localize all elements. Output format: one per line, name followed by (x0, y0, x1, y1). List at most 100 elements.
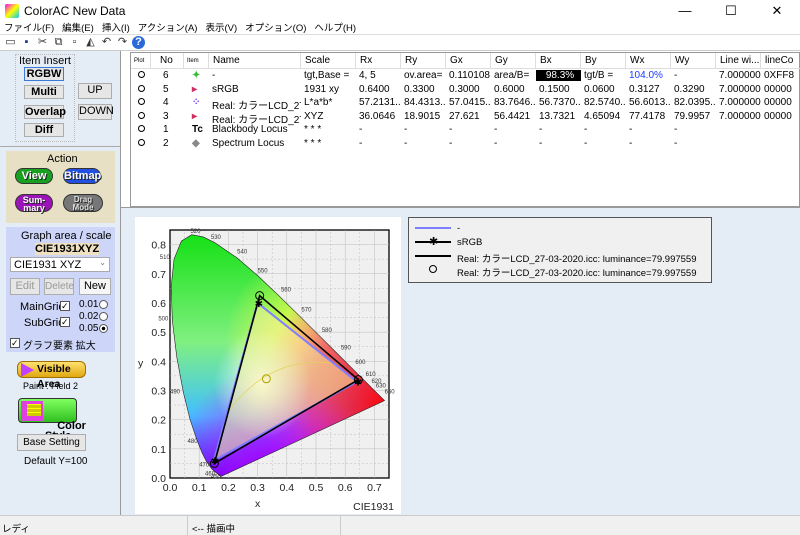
column-header[interactable]: Rx (356, 53, 401, 69)
table-cell: 84.4313... (404, 97, 446, 108)
table-row[interactable]: 5 ▸ sRGB 1931 xy 0.6400 0.3300 0.3000 0.6000 0.1… (131, 84, 800, 97)
overlap-button[interactable]: Overlap (24, 105, 66, 119)
table-cell: 0.3300 (404, 83, 435, 95)
enlarge-checkbox[interactable]: ✓ (10, 338, 20, 348)
paste-icon[interactable]: ▫ (68, 36, 81, 49)
maximize-button[interactable]: ☐ (708, 0, 754, 22)
grid-radio-002[interactable] (99, 312, 108, 321)
down-button[interactable]: DOWN (78, 104, 114, 120)
column-header[interactable]: Plot (131, 53, 151, 69)
table-cell: 0.6400 (359, 83, 390, 95)
wavelength-label: 520 (190, 229, 201, 235)
table-cell: 4.65094 (584, 110, 621, 122)
table-cell: - (212, 70, 216, 81)
scale-select[interactable]: CIE1931 XYZ ⌄ (10, 257, 110, 272)
save-icon[interactable]: ▪ (20, 36, 33, 49)
table-cell: 83.7646... (494, 97, 536, 108)
toolbar: ▭ ▪ ✂ ⧉ ▫ ◭ ↶ ↷? (0, 34, 800, 51)
summary-button[interactable]: Sum- mary (15, 194, 53, 213)
wavelength-label: 540 (237, 249, 248, 255)
column-header[interactable]: Ry (401, 53, 446, 69)
menu-item[interactable]: アクション(A) (138, 20, 198, 34)
table-cell: ▸ (184, 111, 209, 122)
view-button[interactable]: View (15, 168, 53, 184)
diff-button[interactable]: Diff (24, 123, 64, 137)
column-header[interactable]: Name (209, 53, 301, 69)
menu-item[interactable]: ファイル(F) (4, 20, 54, 34)
column-header[interactable]: Gy (491, 53, 536, 69)
column-header[interactable]: Item (184, 53, 209, 69)
plot-toggle[interactable] (131, 124, 151, 135)
srgb-star-marker: ✱ (255, 299, 263, 310)
line-swatch-icon (415, 227, 451, 229)
up-button[interactable]: UP (78, 83, 112, 99)
menu-item[interactable]: 編集(E) (62, 20, 94, 34)
x-tick-label: 0.1 (192, 482, 207, 494)
column-header[interactable]: lineCo (761, 53, 800, 69)
table-cell: - (539, 124, 543, 135)
x-tick-label: 0.2 (221, 482, 236, 494)
column-header[interactable]: Wy (671, 53, 716, 69)
table-row[interactable]: 3▸Real: カラーLCD_27-...XYZ36.064618.901527… (131, 110, 800, 126)
plot-toggle[interactable] (131, 138, 151, 149)
item-insert-title: Item Insert (19, 55, 71, 67)
new-button[interactable]: New (79, 278, 111, 295)
minimize-button[interactable]: — (662, 0, 708, 22)
menu-item[interactable]: オプション(O) (245, 20, 306, 34)
column-header[interactable]: Scale (301, 53, 356, 69)
table-row[interactable]: 2 ◆ Spectrum Locus * * * - - - - - - - - (131, 138, 800, 151)
menu-item[interactable]: 表示(V) (205, 20, 237, 34)
plot-toggle[interactable] (131, 111, 151, 122)
chevron-down-icon: ⌄ (99, 258, 106, 267)
open-icon[interactable]: ▭ (4, 36, 17, 49)
menu-item[interactable]: ヘルプ(H) (314, 20, 356, 34)
plot-toggle[interactable] (131, 84, 151, 95)
drag-mode-button[interactable]: Drag Mode (63, 194, 103, 212)
window-title: ColorAC New Data (24, 4, 126, 18)
legend-label: sRGB (457, 237, 483, 248)
plot-toggle[interactable] (131, 97, 151, 108)
undo-icon[interactable]: ↶ (100, 36, 113, 49)
table-cell: - (674, 70, 678, 81)
plot-toggle[interactable] (131, 70, 151, 81)
table-row[interactable]: 4⁘Real: カラーLCD_27-...L*a*b*57.2131...84.… (131, 97, 800, 112)
edit-button[interactable]: Edit (10, 278, 40, 295)
cut-icon[interactable]: ✂ (36, 36, 49, 49)
graph-area-group: Graph area / scale CIE1931XYZ CIE1931 XY… (6, 227, 115, 352)
color-style-button[interactable]: Color Style (18, 398, 86, 442)
base-setting-button[interactable]: Base Setting (17, 434, 86, 451)
table-cell: - (404, 124, 408, 135)
rgbw-button[interactable]: RGBW (24, 67, 64, 81)
table-row[interactable]: 1 Tc Blackbody Locus * * * - - - - - - - - (131, 124, 800, 137)
grid-radio-001[interactable] (99, 300, 108, 309)
table-cell: 7.000000 (719, 110, 761, 122)
status-ready: レディ (2, 524, 30, 535)
column-header[interactable]: By (581, 53, 626, 69)
table-cell: sRGB (212, 83, 239, 95)
column-header[interactable]: No (151, 53, 184, 69)
bitmap-button[interactable]: Bitmap (63, 168, 101, 184)
help-icon[interactable]: ? (132, 36, 145, 49)
table-row[interactable]: 6 ✦ - tgt,Base = 4, 5 ov.area= 0.110108 area/B=… (131, 70, 800, 83)
default-y-label: Default Y=100 (24, 456, 88, 467)
copy-icon[interactable]: ⧉ (52, 36, 65, 49)
column-header[interactable]: Gx (446, 53, 491, 69)
paint-icon[interactable]: ◭ (84, 36, 97, 49)
table-cell: 79.9957 (674, 110, 711, 122)
grid-radio-005[interactable] (99, 324, 108, 333)
multi-button[interactable]: Multi (24, 85, 64, 99)
sub-grid-checkbox[interactable]: ✓ (60, 317, 70, 327)
delete-button[interactable]: Delete (44, 278, 74, 295)
table-cell: 1 (163, 124, 169, 135)
menu-item[interactable]: 挿入(I) (102, 20, 130, 34)
table-cell: ▸ (184, 84, 209, 95)
visible-area-button[interactable]: Visible Area (17, 361, 86, 390)
column-header[interactable]: Bx (536, 53, 581, 69)
redo-icon[interactable]: ↷ (116, 36, 129, 49)
title-bar: ColorAC New Data — ☐ ✕ (0, 0, 800, 22)
close-button[interactable]: ✕ (754, 0, 800, 22)
wavelength-label: 550 (258, 268, 269, 274)
main-grid-checkbox[interactable]: ✓ (60, 301, 70, 311)
column-header[interactable]: Wx (626, 53, 671, 69)
column-header[interactable]: Line wi... (716, 53, 761, 69)
